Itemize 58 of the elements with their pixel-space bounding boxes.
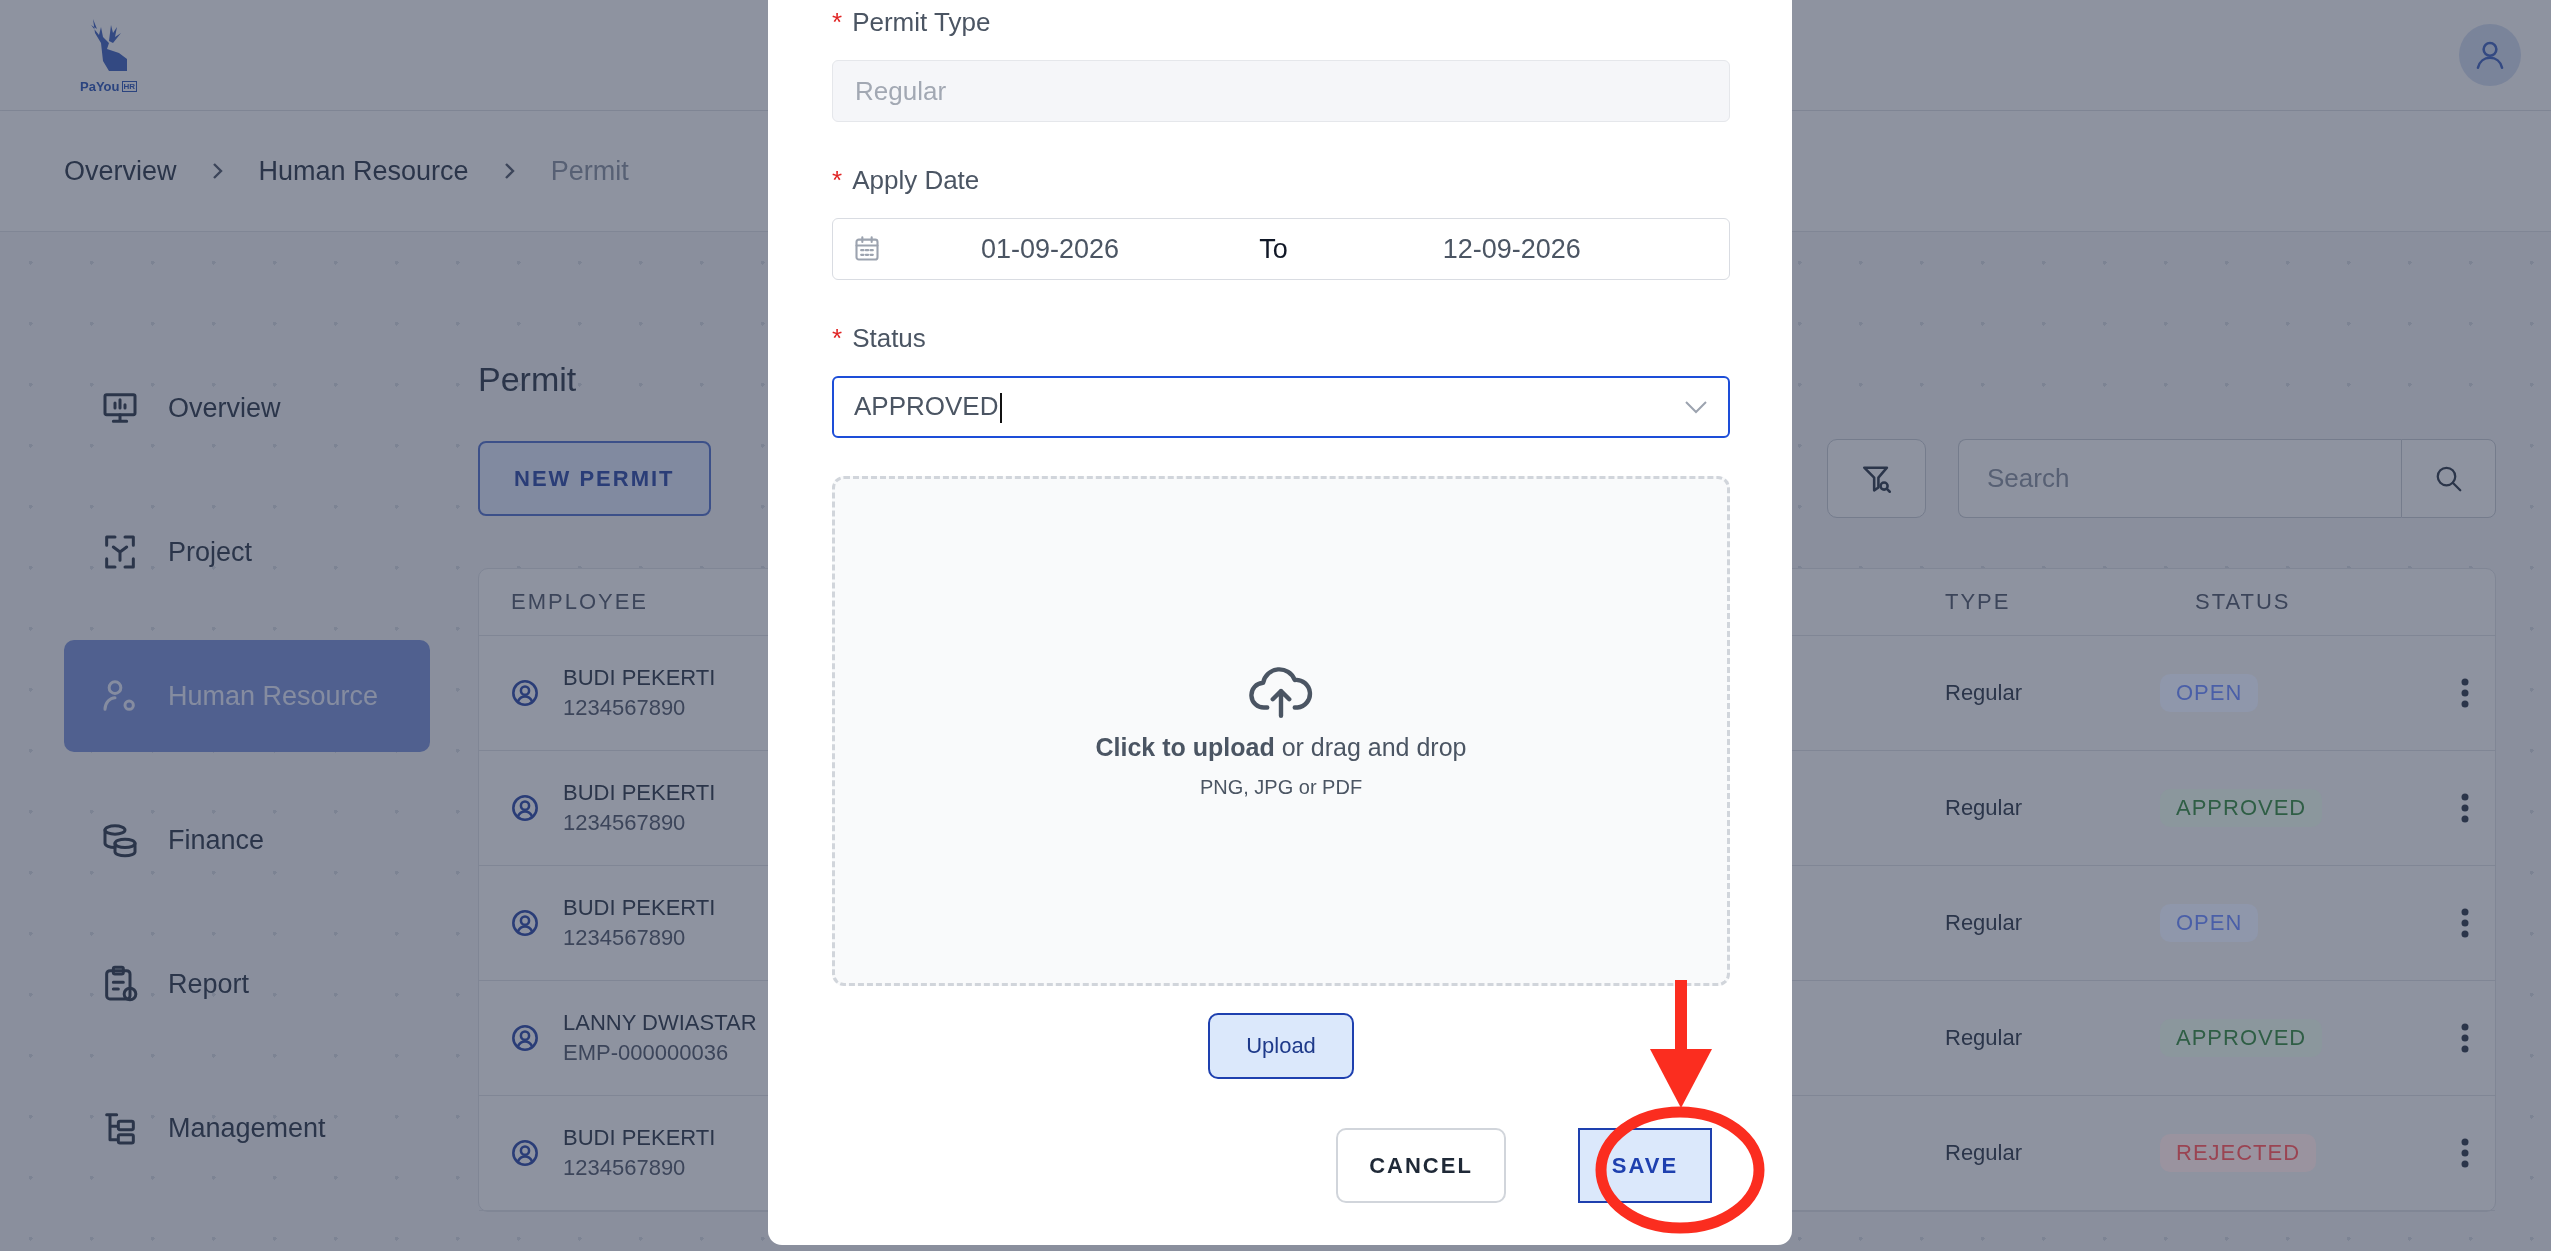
calendar-icon xyxy=(853,235,881,263)
column-header: EMPLOYEE xyxy=(510,589,650,615)
breadcrumb-link[interactable]: Overview xyxy=(64,155,177,187)
page-title: Permit xyxy=(478,360,577,399)
chevron-right-icon xyxy=(210,161,225,181)
field-label: Apply Date xyxy=(852,165,980,195)
sidebar-item[interactable]: Finance xyxy=(64,784,430,896)
upload-button[interactable]: Upload xyxy=(1208,1013,1354,1079)
chevron-right-icon xyxy=(502,161,517,181)
employee-name: BUDI PEKERTI xyxy=(563,1125,716,1151)
more-vertical-icon xyxy=(2461,1023,2469,1053)
status-badge: OPEN xyxy=(2160,674,2259,712)
employee-id: 1234567890 xyxy=(563,1155,687,1181)
employee-id: 1234567890 xyxy=(563,810,687,836)
employee-id: 1234567890 xyxy=(563,695,687,721)
required-mark: * xyxy=(832,165,843,195)
status-badge: APPROVED xyxy=(2160,1019,2323,1057)
sidebar-item[interactable]: Report xyxy=(64,928,430,1040)
employee-id: 1234567890 xyxy=(563,925,687,951)
user-circle-icon xyxy=(511,679,539,707)
column-header: TYPE xyxy=(1945,589,2012,615)
user-circle-icon xyxy=(511,1139,539,1167)
employee-name: BUDI PEKERTI xyxy=(563,780,716,806)
logo-text: PaYou HR xyxy=(80,78,138,94)
save-button[interactable]: SAVE xyxy=(1578,1128,1712,1203)
status-badge: REJECTED xyxy=(2160,1134,2317,1172)
permit-type-field[interactable]: Regular xyxy=(832,60,1730,122)
required-mark: * xyxy=(832,323,843,353)
upload-instructions: Click to upload or drag and drop xyxy=(1095,733,1467,762)
more-vertical-icon xyxy=(2461,793,2469,823)
field-label: Status xyxy=(852,323,926,353)
status-badge: OPEN xyxy=(2160,904,2259,942)
upload-dropzone[interactable]: Click to upload or drag and drop PNG, JPG or PDF xyxy=(832,476,1730,986)
more-vertical-icon xyxy=(2461,1138,2469,1168)
new-permit-button[interactable]: NEW PERMIT xyxy=(478,441,711,516)
status-badge: APPROVED xyxy=(2160,789,2323,827)
required-mark: * xyxy=(832,7,843,37)
sidebar-item[interactable]: Overview xyxy=(64,352,430,464)
employee-name: BUDI PEKERTI xyxy=(563,665,716,691)
employee-name: LANNY DWIASTAR xyxy=(563,1010,757,1036)
employee-name: BUDI PEKERTI xyxy=(563,895,716,921)
file-type-hint: PNG, JPG or PDF xyxy=(1199,776,1363,799)
more-vertical-icon xyxy=(2461,678,2469,708)
sidebar-item[interactable]: Project xyxy=(64,496,430,608)
status-select[interactable]: APPROVED xyxy=(832,376,1730,438)
date-range-field[interactable]: 01-09-2026 To 12-09-2026 xyxy=(832,218,1730,280)
user-circle-icon xyxy=(511,909,539,937)
user-circle-icon xyxy=(511,794,539,822)
field-label: Permit Type xyxy=(852,7,991,37)
column-header: STATUS xyxy=(2195,589,2292,615)
sidebar-item[interactable]: Management xyxy=(64,1072,430,1184)
more-vertical-icon xyxy=(2461,908,2469,938)
cancel-button[interactable]: CANCEL xyxy=(1336,1128,1506,1203)
filter-button[interactable] xyxy=(1827,439,1926,518)
employee-id: EMP-000000036 xyxy=(563,1040,730,1066)
chevron-down-icon xyxy=(1684,400,1708,414)
user-circle-icon xyxy=(511,1024,539,1052)
breadcrumb-link[interactable]: Human Resource xyxy=(258,155,469,187)
